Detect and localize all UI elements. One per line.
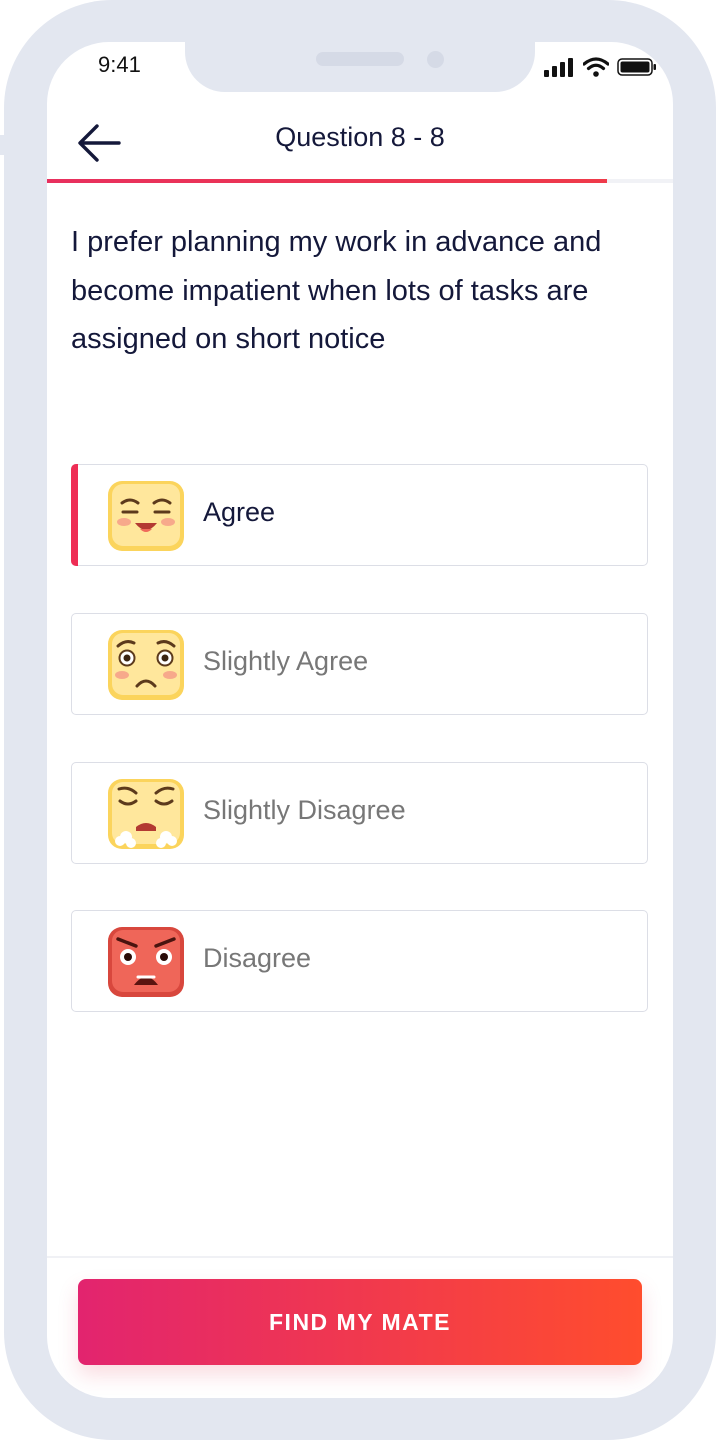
status-icons bbox=[543, 57, 657, 77]
camera bbox=[427, 51, 444, 68]
option-slightly-agree[interactable]: Slightly Agree bbox=[71, 613, 648, 715]
wifi-icon bbox=[583, 57, 609, 77]
option-disagree[interactable]: Disagree bbox=[71, 910, 648, 1012]
signal-icon bbox=[544, 58, 573, 77]
page-title: Question 8 - 8 bbox=[275, 122, 445, 152]
angry-face-icon bbox=[108, 927, 184, 997]
option-agree[interactable]: Agree bbox=[71, 464, 648, 566]
question-text: I prefer planning my work in advance and… bbox=[71, 226, 602, 355]
bottom-divider bbox=[47, 1256, 673, 1258]
battery-icon bbox=[617, 58, 656, 76]
speaker bbox=[316, 52, 404, 66]
notch bbox=[185, 42, 535, 92]
find-my-mate-button[interactable]: FIND MY MATE bbox=[78, 1279, 642, 1365]
happy-face-icon bbox=[108, 481, 184, 551]
option-label: Disagree bbox=[203, 943, 312, 973]
frustrated-face-icon bbox=[108, 779, 184, 849]
option-label: Agree bbox=[203, 497, 276, 527]
progress-fill bbox=[47, 179, 607, 183]
status-time: 9:41 bbox=[98, 52, 141, 77]
option-label: Slightly Agree bbox=[203, 646, 369, 676]
option-label: Slightly Disagree bbox=[203, 795, 406, 825]
option-slightly-disagree[interactable]: Slightly Disagree bbox=[71, 762, 648, 864]
worried-face-icon bbox=[108, 630, 184, 700]
progress-track bbox=[47, 179, 673, 183]
